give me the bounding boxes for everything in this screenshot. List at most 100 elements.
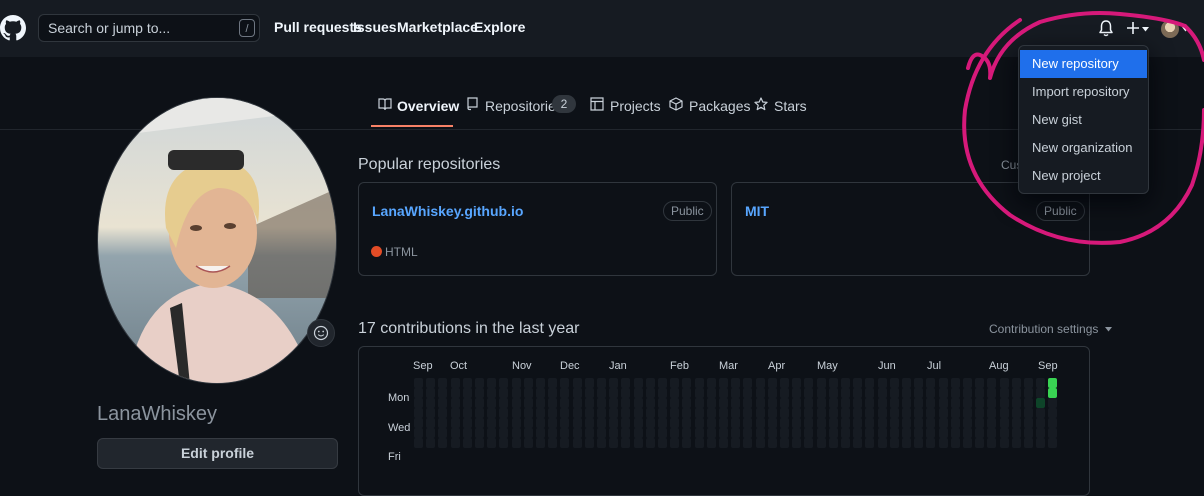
contribution-day-cell[interactable] [706, 438, 716, 448]
contribution-day-cell[interactable] [914, 438, 924, 448]
contribution-day-cell[interactable] [755, 438, 765, 448]
contribution-day-cell[interactable] [450, 438, 460, 448]
contribution-day-cell[interactable] [499, 388, 509, 398]
contribution-day-cell[interactable] [1048, 398, 1058, 408]
contribution-day-cell[interactable] [865, 388, 875, 398]
contribution-day-cell[interactable] [633, 438, 643, 448]
contribution-day-cell[interactable] [414, 428, 423, 438]
contribution-day-cell[interactable] [767, 408, 777, 418]
contribution-day-cell[interactable] [889, 388, 899, 398]
github-logo-icon[interactable] [0, 12, 26, 44]
contribution-day-cell[interactable] [1048, 438, 1058, 448]
contribution-day-cell[interactable] [658, 438, 667, 448]
contribution-day-cell[interactable] [938, 388, 948, 398]
contribution-day-cell[interactable] [414, 388, 423, 398]
contribution-day-cell[interactable] [560, 428, 570, 438]
contribution-day-cell[interactable] [755, 418, 765, 428]
contribution-day-cell[interactable] [536, 418, 545, 428]
contribution-day-cell[interactable] [670, 378, 680, 388]
contribution-day-cell[interactable] [609, 398, 619, 408]
contribution-day-cell[interactable] [804, 428, 814, 438]
contribution-day-cell[interactable] [475, 418, 484, 428]
contribution-day-cell[interactable] [658, 408, 667, 418]
contribution-day-cell[interactable] [706, 388, 716, 398]
menu-item-new-repository[interactable]: New repository [1020, 50, 1147, 78]
contribution-day-cell[interactable] [914, 428, 924, 438]
contribution-day-cell[interactable] [902, 428, 911, 438]
contribution-day-cell[interactable] [938, 438, 948, 448]
contribution-day-cell[interactable] [658, 428, 667, 438]
contribution-day-cell[interactable] [523, 378, 533, 388]
contribution-day-cell[interactable] [658, 378, 667, 388]
contribution-day-cell[interactable] [1011, 388, 1021, 398]
contribution-day-cell[interactable] [975, 398, 985, 408]
contribution-day-cell[interactable] [645, 388, 655, 398]
contribution-day-cell[interactable] [572, 418, 582, 428]
contribution-day-cell[interactable] [682, 398, 692, 408]
menu-item-new-gist[interactable]: New gist [1020, 106, 1147, 134]
contribution-day-cell[interactable] [450, 388, 460, 398]
contribution-day-cell[interactable] [487, 378, 497, 388]
contribution-day-cell[interactable] [963, 408, 972, 418]
contribution-day-cell[interactable] [462, 378, 472, 388]
contribution-day-cell[interactable] [621, 378, 631, 388]
contribution-day-cell[interactable] [426, 438, 436, 448]
contribution-day-cell[interactable] [792, 388, 802, 398]
contribution-day-cell[interactable] [865, 438, 875, 448]
contribution-day-cell[interactable] [792, 398, 802, 408]
contribution-day-cell[interactable] [865, 398, 875, 408]
contribution-day-cell[interactable] [572, 388, 582, 398]
contribution-day-cell[interactable] [987, 388, 997, 398]
contribution-day-cell[interactable] [999, 388, 1009, 398]
contribution-day-cell[interactable] [719, 428, 728, 438]
contribution-day-cell[interactable] [487, 438, 497, 448]
contribution-day-cell[interactable] [731, 388, 741, 398]
contribution-day-cell[interactable] [609, 438, 619, 448]
contribution-day-cell[interactable] [902, 388, 911, 398]
edit-profile-button[interactable]: Edit profile [97, 438, 338, 469]
contribution-day-cell[interactable] [767, 428, 777, 438]
contribution-day-cell[interactable] [841, 378, 850, 388]
search-input[interactable] [48, 20, 228, 36]
contribution-day-cell[interactable] [1048, 418, 1058, 428]
contribution-day-cell[interactable] [706, 428, 716, 438]
menu-item-import-repository[interactable]: Import repository [1020, 78, 1147, 106]
contribution-day-cell[interactable] [523, 398, 533, 408]
contribution-day-cell[interactable] [1024, 428, 1033, 438]
nav-pull-requests[interactable]: Pull requests [274, 19, 362, 35]
contribution-day-cell[interactable] [523, 428, 533, 438]
contribution-day-cell[interactable] [963, 428, 972, 438]
repo-link[interactable]: LanaWhiskey.github.io [372, 203, 523, 219]
contribution-day-cell[interactable] [841, 398, 850, 408]
contribution-day-cell[interactable] [1024, 398, 1033, 408]
contribution-day-cell[interactable] [499, 418, 509, 428]
contribution-day-cell[interactable] [511, 378, 521, 388]
contribution-day-cell[interactable] [414, 378, 423, 388]
contribution-day-cell[interactable] [902, 398, 911, 408]
contribution-day-cell[interactable] [950, 428, 960, 438]
menu-item-new-organization[interactable]: New organization [1020, 134, 1147, 162]
contribution-day-cell[interactable] [865, 418, 875, 428]
contribution-day-cell[interactable] [658, 388, 667, 398]
contribution-day-cell[interactable] [487, 398, 497, 408]
contribution-day-cell[interactable] [963, 378, 972, 388]
contribution-day-cell[interactable] [1036, 418, 1046, 428]
contribution-day-cell[interactable] [804, 388, 814, 398]
contribution-day-cell[interactable] [755, 408, 765, 418]
contribution-day-cell[interactable] [633, 408, 643, 418]
contribution-day-cell[interactable] [499, 428, 509, 438]
contribution-day-cell[interactable] [743, 428, 753, 438]
contribution-day-cell[interactable] [511, 438, 521, 448]
contribution-day-cell[interactable] [938, 378, 948, 388]
contribution-day-cell[interactable] [536, 398, 545, 408]
contribution-day-cell[interactable] [597, 408, 606, 418]
nav-marketplace[interactable]: Marketplace [397, 19, 478, 35]
contribution-day-cell[interactable] [1024, 418, 1033, 428]
contribution-day-cell[interactable] [877, 378, 887, 388]
contribution-day-cell[interactable] [523, 438, 533, 448]
contribution-day-cell[interactable] [658, 398, 667, 408]
contribution-day-cell[interactable] [841, 418, 850, 428]
contribution-day-cell[interactable] [841, 388, 850, 398]
contribution-day-cell[interactable] [621, 408, 631, 418]
contribution-day-cell[interactable] [804, 378, 814, 388]
